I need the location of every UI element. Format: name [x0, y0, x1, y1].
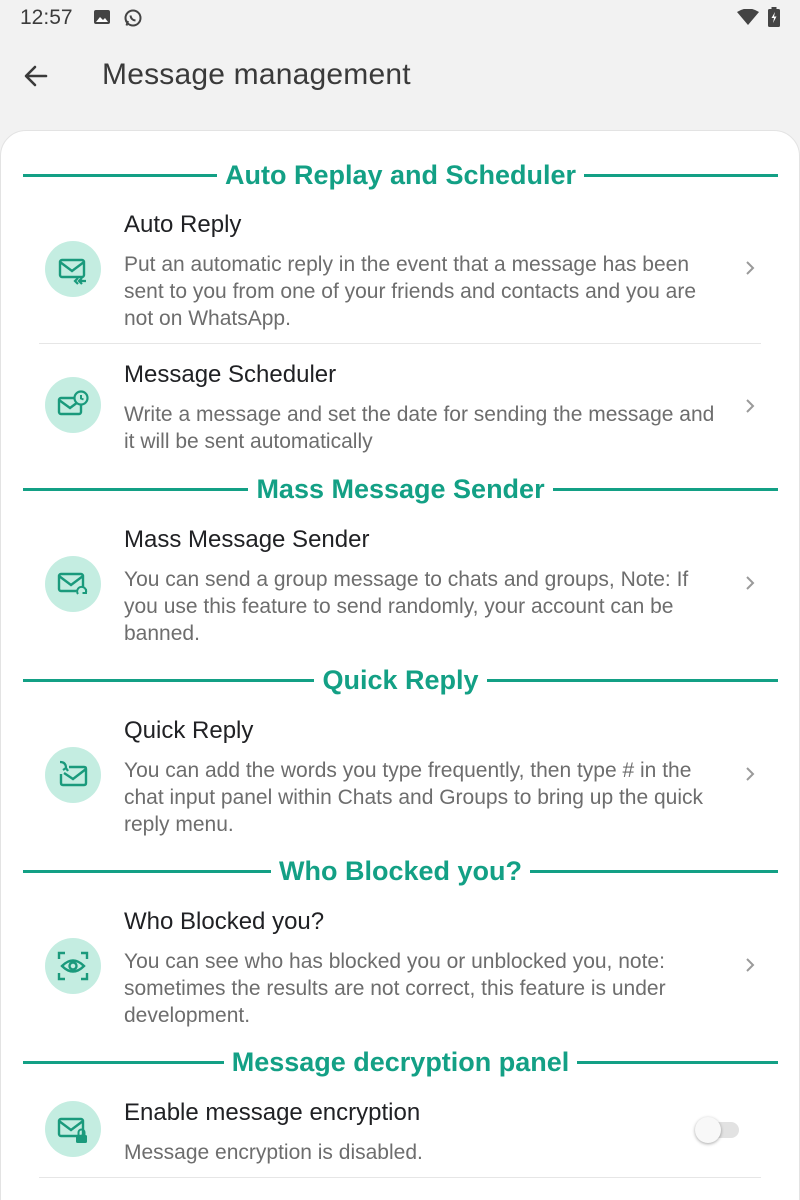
- section-title: Message decryption panel: [231, 1046, 570, 1077]
- item-quick-reply[interactable]: Quick Reply You can add the words you ty…: [1, 709, 799, 849]
- divider: [39, 1177, 761, 1178]
- item-description: Message encryption is disabled.: [124, 1141, 423, 1164]
- section-header-mass-message: Mass Message Sender: [23, 469, 779, 509]
- chevron-right-icon: [741, 259, 759, 277]
- section-title: Quick Reply: [322, 664, 479, 695]
- item-title: Message Scheduler: [124, 361, 337, 388]
- section-title: Who Blocked you?: [279, 855, 522, 886]
- item-auto-reply[interactable]: Auto Reply Put an automatic reply in the…: [1, 203, 799, 343]
- item-description: You can add the words you type frequentl…: [124, 759, 704, 836]
- mail-lock-icon: [45, 1101, 101, 1157]
- item-message-scheduler[interactable]: Message Scheduler Write a message and se…: [1, 353, 799, 463]
- divider: [39, 343, 761, 344]
- item-mass-message-sender[interactable]: Mass Message Sender You can send a group…: [1, 518, 799, 658]
- item-who-blocked[interactable]: Who Blocked you? You can see who has blo…: [1, 900, 799, 1040]
- eye-scan-icon: [45, 938, 101, 994]
- battery-icon: [768, 7, 780, 32]
- mail-forward-icon: [45, 556, 101, 612]
- app-bar: Message management: [0, 36, 800, 116]
- item-title: Quick Reply: [124, 717, 254, 744]
- status-time: 12:57: [20, 6, 73, 29]
- wifi-icon: [737, 8, 759, 30]
- chevron-right-icon: [741, 765, 759, 783]
- section-title: Auto Replay and Scheduler: [224, 159, 577, 190]
- item-title: Auto Reply: [124, 211, 242, 238]
- chevron-right-icon: [741, 956, 759, 974]
- section-title: Mass Message Sender: [256, 473, 545, 504]
- section-header-who-blocked: Who Blocked you?: [23, 851, 778, 891]
- mail-quick-reply-icon: [45, 747, 101, 803]
- section-header-quick-reply: Quick Reply: [23, 660, 778, 700]
- back-arrow-icon: [24, 65, 48, 87]
- item-title: Who Blocked you?: [124, 908, 325, 935]
- item-enable-encryption[interactable]: Enable message encryption Message encryp…: [1, 1091, 799, 1177]
- back-button[interactable]: [14, 54, 58, 98]
- mail-reply-icon: [45, 241, 101, 297]
- item-title: Mass Message Sender: [124, 526, 370, 553]
- chevron-right-icon: [741, 574, 759, 592]
- status-bar: 12:57: [0, 0, 800, 36]
- mail-clock-icon: [45, 377, 101, 433]
- gallery-icon: [93, 8, 111, 31]
- encryption-toggle[interactable]: [695, 1117, 741, 1143]
- chevron-right-icon: [741, 397, 759, 415]
- page-title: Message management: [102, 58, 411, 91]
- section-header-auto-replay: Auto Replay and Scheduler: [23, 155, 779, 195]
- item-title: Enable message encryption: [124, 1099, 421, 1126]
- item-description: Write a message and set the date for sen…: [124, 403, 715, 453]
- section-header-decryption-panel: Message decryption panel: [23, 1042, 779, 1082]
- settings-card: Auto Replay and Scheduler Auto Reply Put…: [0, 130, 800, 1200]
- item-description: Put an automatic reply in the event that…: [124, 253, 697, 330]
- whatsapp-icon: [123, 8, 143, 33]
- item-description: You can see who has blocked you or unblo…: [124, 950, 666, 1027]
- item-description: You can send a group message to chats an…: [124, 568, 689, 645]
